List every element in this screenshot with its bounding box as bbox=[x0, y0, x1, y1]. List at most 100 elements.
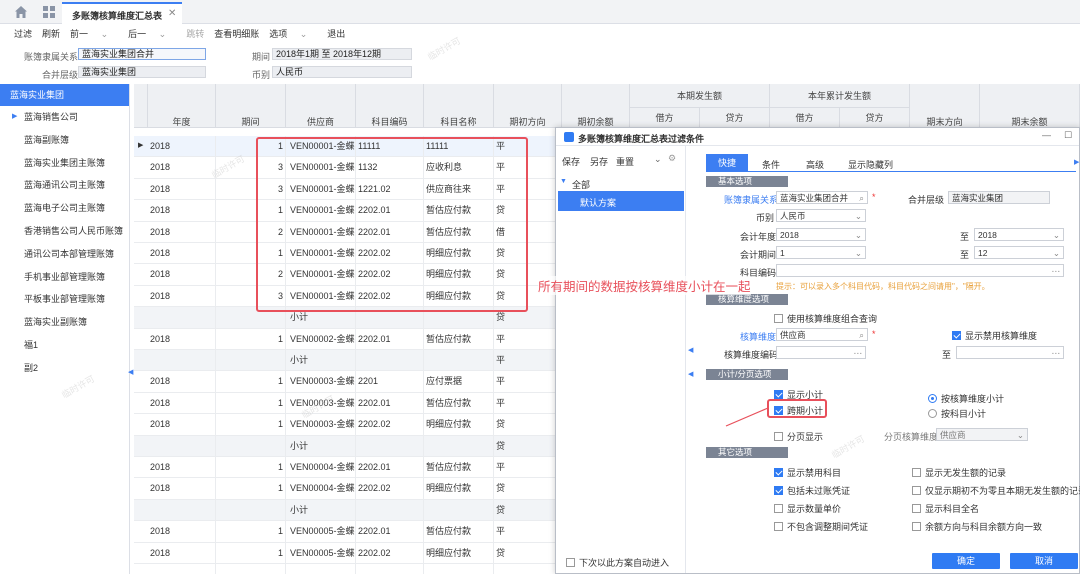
other-option-checkbox[interactable]: 不包含调整期间凭证 bbox=[774, 520, 868, 533]
ledger-input[interactable]: 蓝海实业集团合并 ⌕ bbox=[776, 191, 868, 204]
other-option-checkbox[interactable]: 包括未过账凭证 bbox=[774, 484, 850, 497]
col-header-supplier[interactable]: 供应商 bbox=[286, 84, 356, 128]
dim-code-from-input[interactable]: ⋯ bbox=[776, 346, 866, 359]
other-option-checkbox[interactable]: 显示禁用科目 bbox=[774, 466, 841, 479]
by-dim-radio[interactable]: 按核算维度小计 bbox=[928, 392, 1004, 405]
tree-item[interactable]: 通讯公司本部管理账簿 bbox=[0, 243, 129, 266]
tab-active[interactable]: 多账簿核算维度汇总表 ✕ bbox=[62, 2, 182, 24]
collapse-right-icon[interactable]: ▶ bbox=[1074, 158, 1079, 166]
cancel-button[interactable]: 取消 bbox=[1010, 553, 1078, 569]
chevron-down-icon[interactable]: ⌄ bbox=[654, 154, 662, 165]
acct-name-cell: 暂估应付款 bbox=[424, 457, 494, 479]
collapse-left-icon[interactable]: ◀ bbox=[688, 370, 693, 378]
more-icon[interactable]: ⋯ bbox=[1052, 265, 1064, 277]
next-button[interactable]: 后一 ⌄ bbox=[128, 27, 176, 40]
exit-button[interactable]: 退出 bbox=[327, 27, 345, 40]
period-to-input[interactable]: 12 ⌄ bbox=[974, 246, 1064, 259]
acct-name-cell bbox=[424, 435, 494, 457]
period-cell: 1 bbox=[216, 521, 286, 543]
more-icon[interactable]: ⋯ bbox=[854, 347, 866, 359]
other-option-checkbox[interactable]: 余额方向与科目余额方向一致 bbox=[912, 520, 1042, 533]
close-icon[interactable]: ✕ bbox=[168, 8, 176, 19]
tree-root[interactable]: 蓝海实业集团 bbox=[0, 84, 129, 106]
save-as-button[interactable]: 另存 bbox=[590, 155, 608, 168]
col-header-end-bal[interactable]: 期末余额 bbox=[980, 84, 1080, 128]
tree-item[interactable]: 蓝海副账簿 bbox=[0, 129, 129, 152]
view-detail-button[interactable]: 查看明细账 bbox=[214, 27, 259, 40]
tree-item[interactable]: 福1 bbox=[0, 334, 129, 357]
apps-grid-icon[interactable] bbox=[42, 5, 56, 19]
period-from-input[interactable]: 1 ⌄ bbox=[776, 246, 866, 259]
options-button[interactable]: 选项 ⌄ bbox=[269, 27, 317, 40]
collapse-left-icon[interactable]: ◀ bbox=[688, 346, 693, 354]
ok-button[interactable]: 确定 bbox=[932, 553, 1000, 569]
col-header-open-dir[interactable]: 期初方向 bbox=[494, 84, 562, 128]
page-dim-select[interactable]: 供应商 ⌄ bbox=[936, 428, 1028, 441]
tree-item[interactable]: 蓝海通讯公司主账簿 bbox=[0, 174, 129, 197]
tree-item[interactable]: 蓝海实业集团主账簿 bbox=[0, 152, 129, 175]
tree-item[interactable]: 香港销售公司人民币账簿 bbox=[0, 220, 129, 243]
collapse-left-icon[interactable]: ◀ bbox=[128, 368, 133, 376]
col-header-end-dir[interactable]: 期末方向 bbox=[910, 84, 980, 128]
search-icon[interactable]: ⌕ bbox=[859, 192, 867, 204]
combo-query-label: 使用核算维度组合查询 bbox=[787, 314, 878, 324]
col-header-period[interactable]: 期间 bbox=[216, 84, 286, 128]
acct-name-cell bbox=[424, 350, 494, 372]
merge-input[interactable]: 蓝海实业集团 bbox=[948, 191, 1050, 204]
col-header-acct-name[interactable]: 科目名称 bbox=[424, 84, 494, 128]
other-option-checkbox[interactable]: 显示科目全名 bbox=[912, 502, 979, 515]
scheme-tree-all[interactable]: 全部 bbox=[572, 178, 590, 191]
maximize-icon[interactable]: ☐ bbox=[1064, 130, 1072, 141]
tree-item[interactable]: 手机事业部管理账簿 bbox=[0, 266, 129, 289]
col-header-period-debit[interactable]: 借方 bbox=[630, 108, 700, 128]
col-header-ytd-credit[interactable]: 贷方 bbox=[840, 108, 910, 128]
expand-arrow-icon[interactable]: ▼ bbox=[560, 178, 567, 185]
col-header-year[interactable]: 年度 bbox=[148, 84, 216, 128]
other-option-label: 显示科目全名 bbox=[925, 504, 980, 514]
other-option-checkbox[interactable]: 显示无发生额的记录 bbox=[912, 466, 1006, 479]
acct-code-header: 科目编码 bbox=[371, 117, 408, 127]
tab-quick[interactable]: 快捷 bbox=[706, 154, 748, 172]
currency-input[interactable]: 人民币 ⌄ bbox=[776, 209, 866, 222]
tab-show-hide-cols[interactable]: 显示隐藏列 bbox=[848, 158, 893, 171]
by-account-radio[interactable]: 按科目小计 bbox=[928, 407, 986, 420]
tree-item[interactable]: 平板事业部管理账簿 bbox=[0, 288, 129, 311]
col-header-open-bal[interactable]: 期初余额 bbox=[562, 84, 630, 128]
acct-code-input[interactable]: ⋯ bbox=[776, 264, 1064, 277]
tree-item[interactable]: 蓝海电子公司主账簿 bbox=[0, 197, 129, 220]
auto-enter-checkbox[interactable]: 下次以此方案自动进入 bbox=[566, 556, 669, 569]
dim-code-label: 核算维度编码 bbox=[724, 350, 779, 360]
open-dir-cell bbox=[494, 564, 562, 574]
home-icon[interactable] bbox=[14, 5, 28, 19]
tab-advanced[interactable]: 高级 bbox=[806, 158, 824, 171]
tree-expand-icon[interactable]: ▶ bbox=[12, 106, 17, 129]
dim-input[interactable]: 供应商 ⌕ bbox=[776, 328, 868, 341]
other-option-checkbox[interactable]: 显示数量单价 bbox=[774, 502, 841, 515]
combo-query-checkbox[interactable]: 使用核算维度组合查询 bbox=[774, 312, 877, 325]
col-header-ytd-debit[interactable]: 借方 bbox=[770, 108, 840, 128]
year-from-input[interactable]: 2018 ⌄ bbox=[776, 228, 866, 241]
refresh-button[interactable]: 刷新 bbox=[42, 27, 60, 40]
save-scheme-button[interactable]: 保存 bbox=[562, 155, 580, 168]
minimize-icon[interactable]: — bbox=[1042, 130, 1051, 140]
page-show-checkbox[interactable]: 分页显示 bbox=[774, 430, 823, 443]
search-icon[interactable]: ⌕ bbox=[859, 329, 867, 341]
more-icon[interactable]: ⋯ bbox=[1052, 347, 1064, 359]
prev-button[interactable]: 前一 ⌄ bbox=[70, 27, 118, 40]
other-option-checkbox[interactable]: 仅显示期初不为零且本期无发生额的记录 bbox=[912, 484, 1080, 497]
tree-item[interactable]: 副2 bbox=[0, 357, 129, 380]
col-header-period-credit[interactable]: 贷方 bbox=[700, 108, 770, 128]
year-to-input[interactable]: 2018 ⌄ bbox=[974, 228, 1064, 241]
jump-button[interactable]: 跳转 bbox=[186, 27, 204, 40]
dim-code-to-input[interactable]: ⋯ bbox=[956, 346, 1064, 359]
tree-item[interactable]: 蓝海实业副账簿 bbox=[0, 311, 129, 334]
tree-item[interactable]: ▶ 蓝海销售公司 bbox=[0, 106, 129, 129]
filter-button[interactable]: 过滤 bbox=[14, 27, 32, 40]
col-header-acct-code[interactable]: 科目编码 bbox=[356, 84, 424, 128]
tab-condition[interactable]: 条件 bbox=[762, 158, 780, 171]
show-disabled-dim-checkbox[interactable]: 显示禁用核算维度 bbox=[952, 329, 1037, 342]
settings-icon[interactable]: ⚙ bbox=[668, 153, 676, 164]
cross-period-checkbox[interactable]: 跨期小计 bbox=[774, 404, 823, 417]
reset-button[interactable]: 重置 bbox=[616, 155, 634, 168]
default-scheme-item[interactable]: 默认方案 bbox=[558, 191, 684, 211]
